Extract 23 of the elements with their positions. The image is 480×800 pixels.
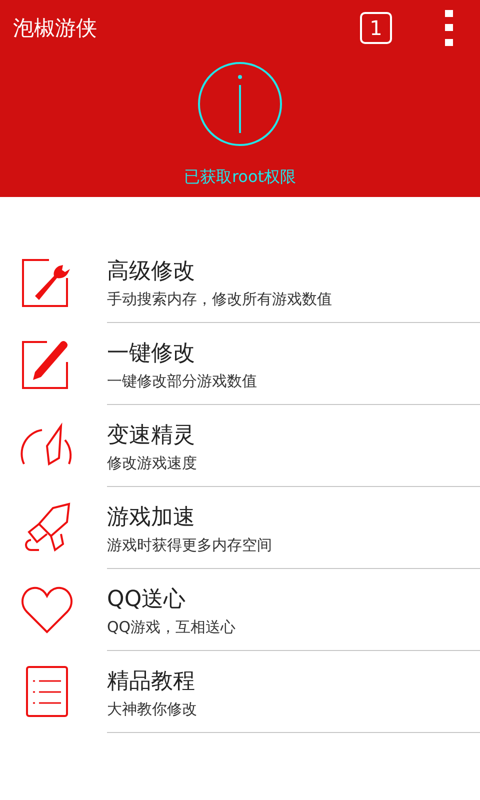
menu-icon[interactable] [445, 10, 453, 46]
item-subtitle: 游戏时获得更多内存空间 [107, 536, 273, 555]
menu-item[interactable]: 变速精灵 修改游戏速度 [0, 405, 480, 487]
app-title: 泡椒游侠 [13, 15, 98, 42]
item-title: 一键修改 [107, 340, 196, 368]
menu-item[interactable]: QQ送心 QQ游戏，互相送心 [0, 569, 480, 651]
item-subtitle: QQ游戏，互相送心 [107, 618, 237, 637]
info-icon [197, 61, 283, 147]
item-title: 游戏加速 [107, 504, 196, 532]
item-subtitle: 一键修改部分游戏数值 [107, 372, 258, 391]
item-subtitle: 手动搜索内存，修改所有游戏数值 [107, 290, 333, 309]
item-title: QQ送心 [107, 586, 187, 614]
item-title: 变速精灵 [107, 422, 196, 450]
menu-item[interactable]: 游戏加速 游戏时获得更多内存空间 [0, 487, 480, 569]
window-count-button[interactable]: 1 [360, 12, 392, 44]
item-title: 高级修改 [107, 258, 196, 286]
root-status-text: 已获取root权限 [184, 167, 296, 188]
menu-item[interactable]: 一键修改 一键修改部分游戏数值 [0, 323, 480, 405]
menu-item[interactable]: 高级修改 手动搜索内存，修改所有游戏数值 [0, 241, 480, 323]
menu-item[interactable]: 精品教程 大神教你修改 [0, 651, 480, 733]
item-title: 精品教程 [107, 668, 196, 696]
item-subtitle: 大神教你修改 [107, 700, 198, 719]
item-subtitle: 修改游戏速度 [107, 454, 198, 473]
